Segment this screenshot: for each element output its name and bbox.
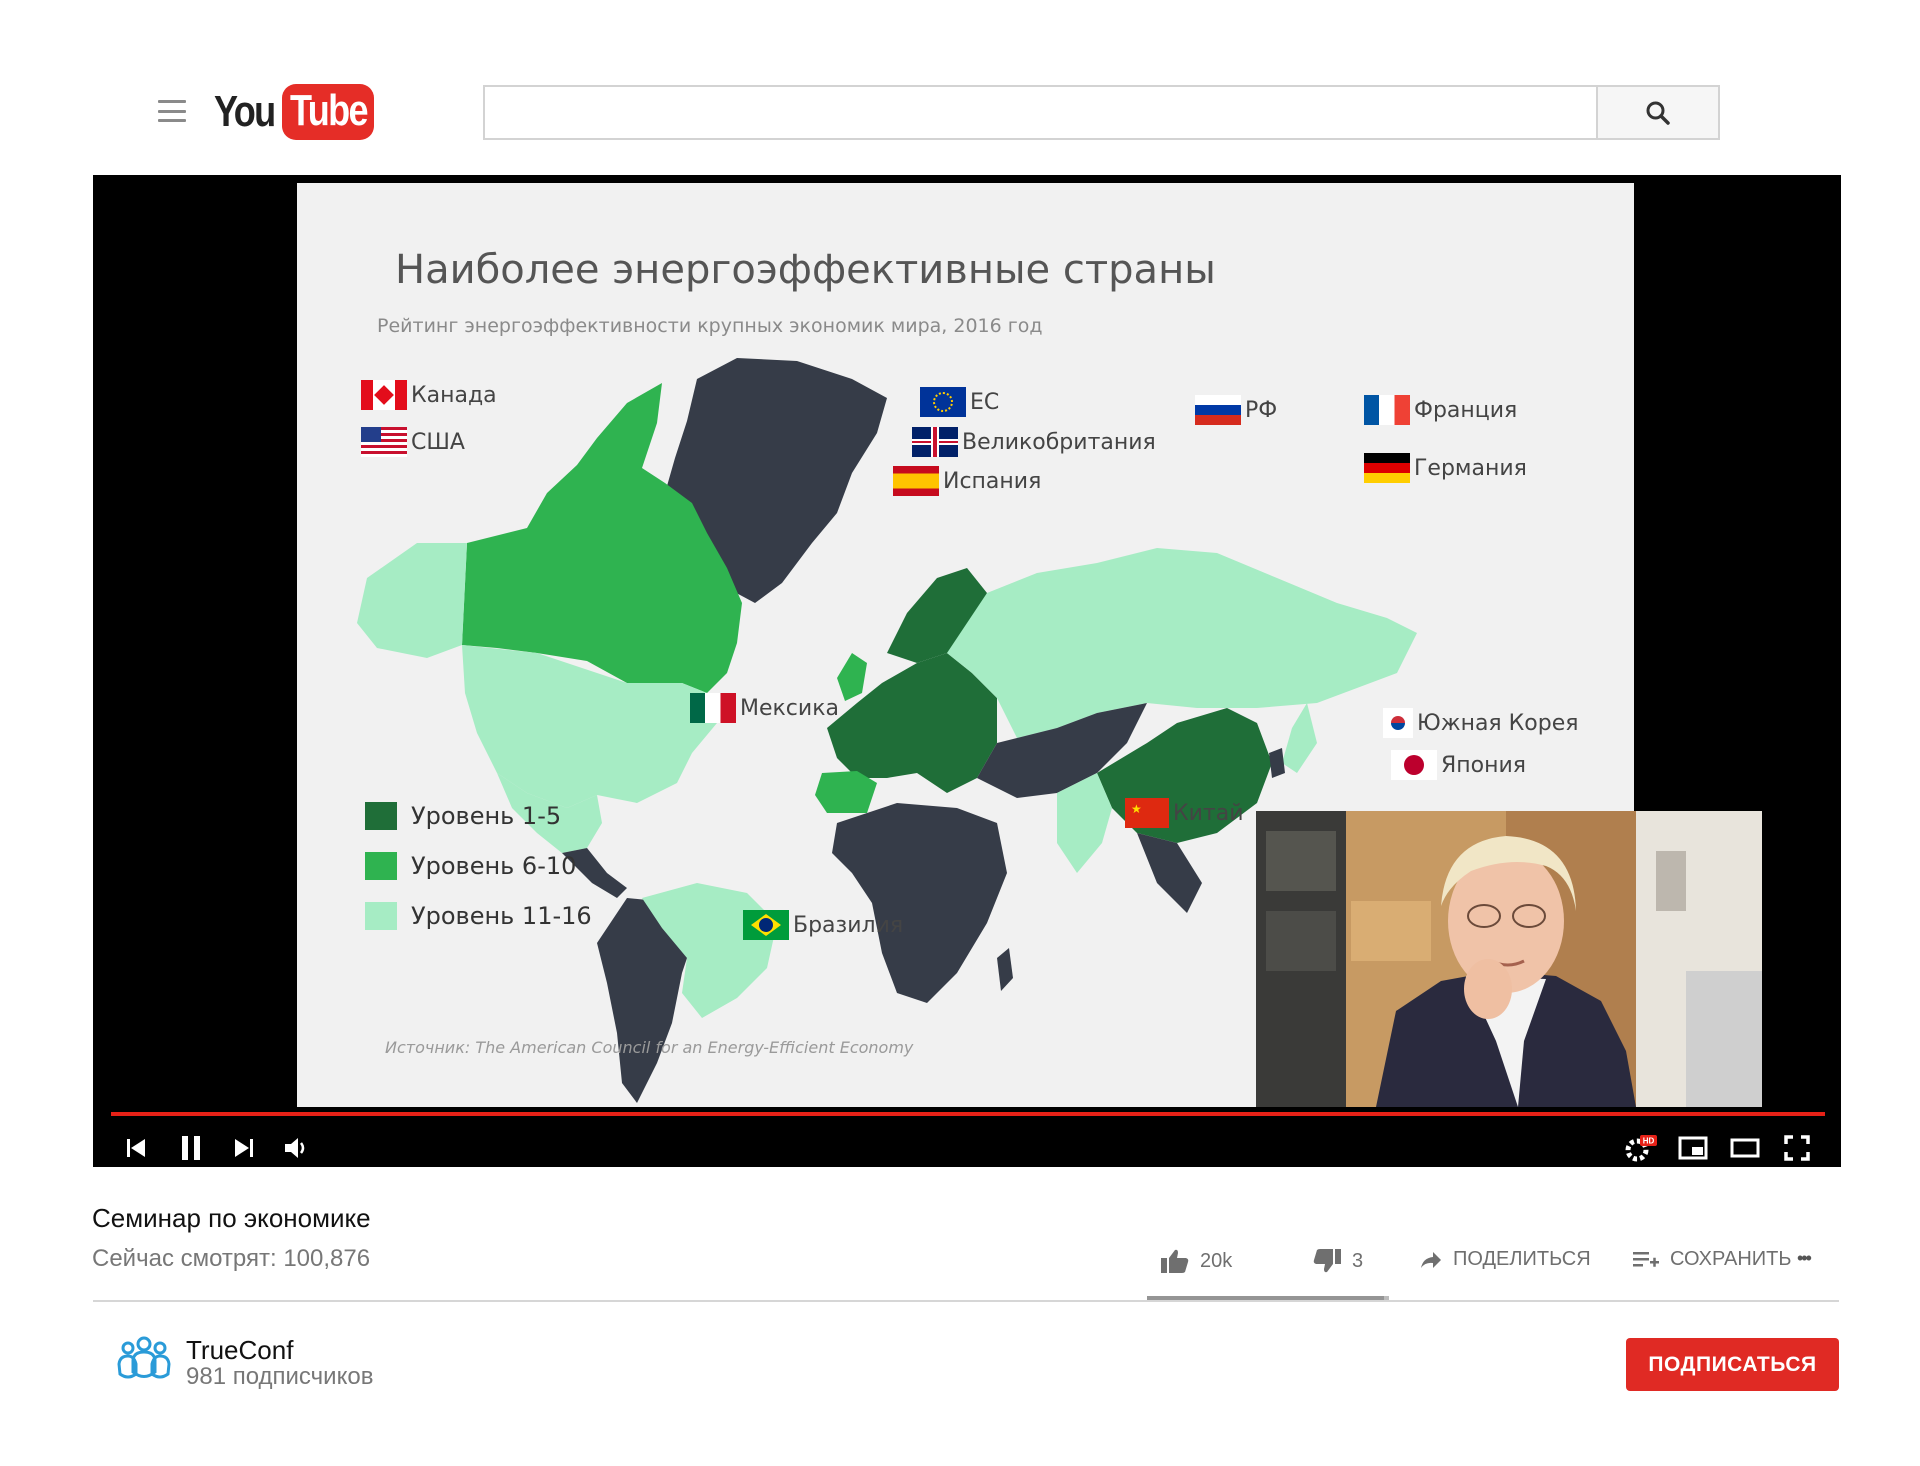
flag-brazil-icon xyxy=(743,910,789,940)
add-to-playlist-icon xyxy=(1633,1251,1659,1267)
webcam-overlay xyxy=(1256,811,1762,1107)
previous-button[interactable] xyxy=(121,1133,151,1163)
like-button[interactable]: 20k xyxy=(1160,1248,1232,1274)
settings-button[interactable]: HD xyxy=(1623,1133,1659,1163)
label-russia: РФ xyxy=(1195,395,1277,425)
next-button[interactable] xyxy=(229,1133,259,1163)
label-germany: Германия xyxy=(1364,453,1527,483)
legend-swatch-tier1 xyxy=(365,802,397,830)
legend-item: Уровень 6-10 xyxy=(365,841,592,891)
map-alaska xyxy=(357,543,467,658)
next-icon xyxy=(235,1139,253,1157)
legend-swatch-tier3 xyxy=(365,902,397,930)
flag-japan-icon xyxy=(1391,750,1437,780)
live-viewers: Сейчас смотрят: 100,876 xyxy=(92,1245,371,1272)
flag-uk-icon xyxy=(912,427,958,457)
previous-icon xyxy=(127,1139,145,1157)
search-icon xyxy=(1646,101,1670,125)
search-button[interactable] xyxy=(1596,85,1720,140)
label-china: ★ Китай xyxy=(1125,798,1244,828)
share-icon xyxy=(1421,1251,1441,1268)
label-canada: Канада xyxy=(361,380,497,410)
map-madagascar xyxy=(997,948,1013,991)
subscriber-count: 981 подписчиков xyxy=(186,1363,374,1390)
miniplayer-icon xyxy=(1678,1136,1708,1160)
presenter-video xyxy=(1256,811,1762,1107)
divider xyxy=(93,1300,1839,1302)
more-icon: ••• xyxy=(1797,1248,1812,1268)
label-brazil: Бразилия xyxy=(743,910,903,940)
fullscreen-button[interactable] xyxy=(1779,1133,1815,1163)
volume-icon xyxy=(285,1138,305,1158)
map-se-asia xyxy=(1137,833,1202,913)
save-button[interactable]: СОХРАНИТЬ xyxy=(1632,1248,1792,1271)
flag-france-icon xyxy=(1364,395,1410,425)
flag-korea-icon xyxy=(1383,708,1413,738)
like-count: 20k xyxy=(1200,1249,1233,1272)
slide-title: Наиболее энергоэффективные страны xyxy=(395,247,1216,293)
settings-icon: HD xyxy=(1625,1135,1657,1162)
flag-spain-icon xyxy=(893,466,939,496)
menu-icon[interactable] xyxy=(158,100,186,122)
share-button[interactable]: ПОДЕЛИТЬСЯ xyxy=(1419,1248,1591,1271)
thumbs-down-icon xyxy=(1313,1249,1341,1273)
label-france: Франция xyxy=(1364,395,1517,425)
map-korea xyxy=(1269,748,1285,778)
logo-text-tube: Tube xyxy=(282,84,374,140)
label-eu: ЕС xyxy=(920,387,999,417)
label-usa: США xyxy=(361,427,465,457)
hd-badge: HD xyxy=(1643,1137,1655,1146)
channel-avatar[interactable] xyxy=(116,1334,172,1382)
legend-item: Уровень 1-5 xyxy=(365,791,592,841)
flag-russia-icon xyxy=(1195,395,1241,425)
search-bar xyxy=(483,85,1720,140)
flag-germany-icon xyxy=(1364,453,1410,483)
pause-icon xyxy=(182,1136,200,1160)
thumbs-up-icon xyxy=(1161,1249,1189,1273)
map-russia xyxy=(947,548,1417,738)
logo-text-you: You xyxy=(214,87,276,136)
slide-subtitle: Рейтинг энергоэффективности крупных экон… xyxy=(377,315,1043,337)
dislike-button[interactable]: 3 xyxy=(1312,1248,1363,1274)
channel-name[interactable]: TrueConf xyxy=(186,1335,293,1366)
legend-swatch-tier2 xyxy=(365,852,397,880)
map-africa xyxy=(832,803,1007,1003)
legend-item: Уровень 11-16 xyxy=(365,891,592,941)
fullscreen-icon xyxy=(1784,1135,1810,1161)
slide-source: Источник: The American Council for an En… xyxy=(385,1038,914,1057)
more-actions-button[interactable]: ••• xyxy=(1797,1248,1812,1269)
map-uk xyxy=(837,653,867,701)
label-uk: Великобритания xyxy=(912,427,1156,457)
flag-mexico-icon xyxy=(690,693,736,723)
flag-eu-icon xyxy=(920,387,966,417)
video-title: Семинар по экономике xyxy=(92,1203,371,1233)
progress-bar[interactable] xyxy=(111,1112,1825,1116)
volume-button[interactable] xyxy=(282,1133,312,1163)
theater-button[interactable] xyxy=(1727,1133,1763,1163)
map-legend: Уровень 1-5 Уровень 6-10 Уровень 11-16 xyxy=(365,791,592,941)
miniplayer-button[interactable] xyxy=(1675,1133,1711,1163)
label-korea: Южная Корея xyxy=(1383,708,1578,738)
flag-canada-icon xyxy=(361,380,407,410)
subscribe-button[interactable]: ПОДПИСАТЬСЯ xyxy=(1626,1338,1839,1391)
label-spain: Испания xyxy=(893,466,1041,496)
video-player[interactable]: Наиболее энергоэффективные страны Рейтин… xyxy=(93,175,1841,1167)
pause-button[interactable] xyxy=(176,1133,206,1163)
search-input[interactable] xyxy=(483,85,1596,140)
dislike-count: 3 xyxy=(1352,1249,1364,1272)
map-japan xyxy=(1282,703,1317,773)
flag-usa-icon xyxy=(361,427,407,457)
theater-icon xyxy=(1730,1138,1760,1158)
flag-china-icon: ★ xyxy=(1125,798,1169,828)
youtube-logo[interactable]: You Tube xyxy=(214,82,374,142)
label-mexico: Мексика xyxy=(690,693,839,723)
label-japan: Япония xyxy=(1391,750,1526,780)
